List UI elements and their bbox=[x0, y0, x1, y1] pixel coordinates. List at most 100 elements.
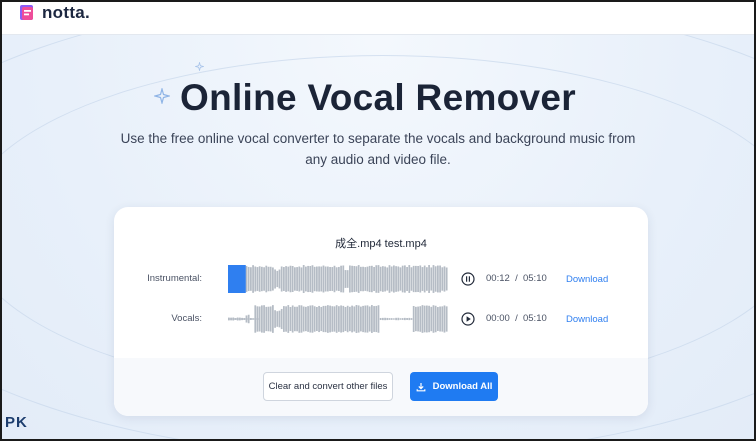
waveform-bar bbox=[342, 305, 345, 333]
waveform-bar bbox=[432, 305, 435, 333]
waveform-bar bbox=[320, 306, 323, 332]
waveform-bar bbox=[250, 267, 252, 291]
waveform-bar bbox=[311, 265, 314, 293]
waveform-bar bbox=[375, 305, 378, 333]
waveform-bar bbox=[340, 265, 342, 293]
waveform-bar bbox=[324, 305, 327, 333]
total-time: 05:10 bbox=[522, 273, 547, 284]
waveform-bar bbox=[375, 265, 378, 293]
waveform-bar bbox=[333, 306, 336, 332]
hero-section: Online Vocal Remover Use the free online… bbox=[2, 35, 754, 439]
clear-and-convert-button[interactable]: Clear and convert other files bbox=[263, 372, 393, 401]
waveform-bar bbox=[373, 306, 375, 332]
waveform-bar bbox=[437, 265, 439, 293]
waveform-bar bbox=[338, 266, 340, 292]
waveform-bar bbox=[283, 267, 285, 291]
waveform-bar bbox=[366, 305, 369, 333]
download-vocals-link[interactable]: Download bbox=[566, 314, 608, 325]
waveform-bar bbox=[263, 267, 265, 291]
play-icon[interactable] bbox=[461, 312, 475, 326]
waveform-bar bbox=[340, 305, 342, 333]
track-label: Instrumental: bbox=[147, 273, 202, 284]
waveform-bar bbox=[267, 266, 270, 292]
waveform-bar bbox=[397, 266, 400, 292]
waveform-bar bbox=[445, 267, 448, 291]
waveform-bar bbox=[408, 317, 411, 321]
pause-icon[interactable] bbox=[461, 272, 475, 286]
download-all-button[interactable]: Download All bbox=[410, 372, 498, 401]
instrumental-waveform[interactable] bbox=[228, 265, 450, 293]
current-time: 00:12 bbox=[486, 273, 510, 284]
waveform-bar bbox=[434, 266, 437, 292]
waveform-bar bbox=[368, 265, 371, 293]
waveform-bar bbox=[313, 266, 316, 292]
waveform-bar bbox=[364, 267, 367, 291]
waveform-bar bbox=[289, 306, 292, 332]
waveform-bar bbox=[443, 266, 446, 292]
watermark-text: PK bbox=[5, 414, 28, 431]
download-icon bbox=[416, 382, 425, 391]
track-row-vocals: Vocals: 00:00 / 05:10 Download bbox=[114, 305, 648, 333]
waveform-bar bbox=[335, 267, 338, 291]
waveform-bar bbox=[360, 266, 362, 292]
waveform-bar bbox=[324, 266, 327, 292]
waveform-bar bbox=[329, 305, 331, 333]
waveform-bar bbox=[404, 317, 406, 321]
waveform-bar bbox=[384, 317, 386, 321]
vocals-waveform[interactable] bbox=[228, 305, 450, 333]
waveform-bar bbox=[445, 306, 448, 332]
waveform-bar bbox=[426, 305, 428, 333]
waveform-bar bbox=[351, 265, 353, 293]
waveform-bar bbox=[428, 305, 430, 333]
waveform-bar bbox=[252, 265, 254, 293]
time-separator: / bbox=[515, 273, 518, 284]
waveform-bar bbox=[265, 265, 268, 293]
page-subtitle: Use the free online vocal converter to s… bbox=[120, 131, 636, 167]
waveform-bar bbox=[360, 306, 362, 332]
result-card: 成全.mp4 test.mp4 Instrumental: 00:12 / 05… bbox=[114, 207, 648, 416]
current-time: 00:00 bbox=[486, 313, 510, 324]
total-time: 05:10 bbox=[522, 313, 547, 324]
page-title: Online Vocal Remover bbox=[180, 77, 576, 118]
waveform-bar bbox=[417, 306, 419, 332]
waveform-bar bbox=[423, 265, 426, 293]
waveform-bar bbox=[331, 306, 334, 332]
waveform-bar bbox=[373, 266, 375, 292]
waveform-bar bbox=[390, 318, 393, 320]
download-instrumental-link[interactable]: Download bbox=[566, 274, 608, 285]
waveform-bar bbox=[395, 317, 397, 321]
waveform-bar bbox=[272, 267, 274, 291]
waveform-bar bbox=[377, 305, 380, 333]
waveform-bar bbox=[415, 265, 417, 293]
waveform-bar bbox=[335, 305, 338, 333]
waveform-bar bbox=[245, 265, 248, 293]
waveform-bar bbox=[406, 266, 408, 292]
waveform-bar bbox=[366, 266, 369, 292]
waveform-bar bbox=[287, 266, 290, 292]
waveform-bar bbox=[349, 265, 351, 293]
waveform-bar bbox=[410, 267, 413, 291]
waveform-bar bbox=[344, 270, 347, 288]
waveform-bar bbox=[338, 306, 340, 332]
waveform-bar bbox=[280, 308, 283, 330]
waveform-bar bbox=[307, 265, 309, 293]
waveform-bar bbox=[256, 267, 259, 291]
waveform-bar bbox=[386, 317, 389, 321]
waveform-bar bbox=[406, 318, 408, 320]
waveform-bar bbox=[412, 305, 415, 332]
brand-logo[interactable]: notta. bbox=[18, 3, 91, 22]
waveform-bar bbox=[320, 266, 323, 292]
waveform-bar bbox=[274, 310, 276, 328]
waveform-bar bbox=[269, 266, 272, 292]
brand-name: notta. bbox=[42, 3, 91, 22]
waveform-bar bbox=[285, 266, 287, 292]
waveform-bar bbox=[430, 267, 433, 291]
waveform-bar bbox=[399, 267, 402, 291]
file-name: 成全.mp4 test.mp4 bbox=[335, 238, 427, 250]
waveform-bar bbox=[305, 266, 307, 292]
waveform-bar bbox=[362, 305, 364, 333]
waveform-bar bbox=[327, 305, 329, 333]
waveform-bar bbox=[261, 266, 263, 292]
waveform-bar bbox=[393, 265, 395, 293]
waveform-bar bbox=[386, 267, 389, 291]
